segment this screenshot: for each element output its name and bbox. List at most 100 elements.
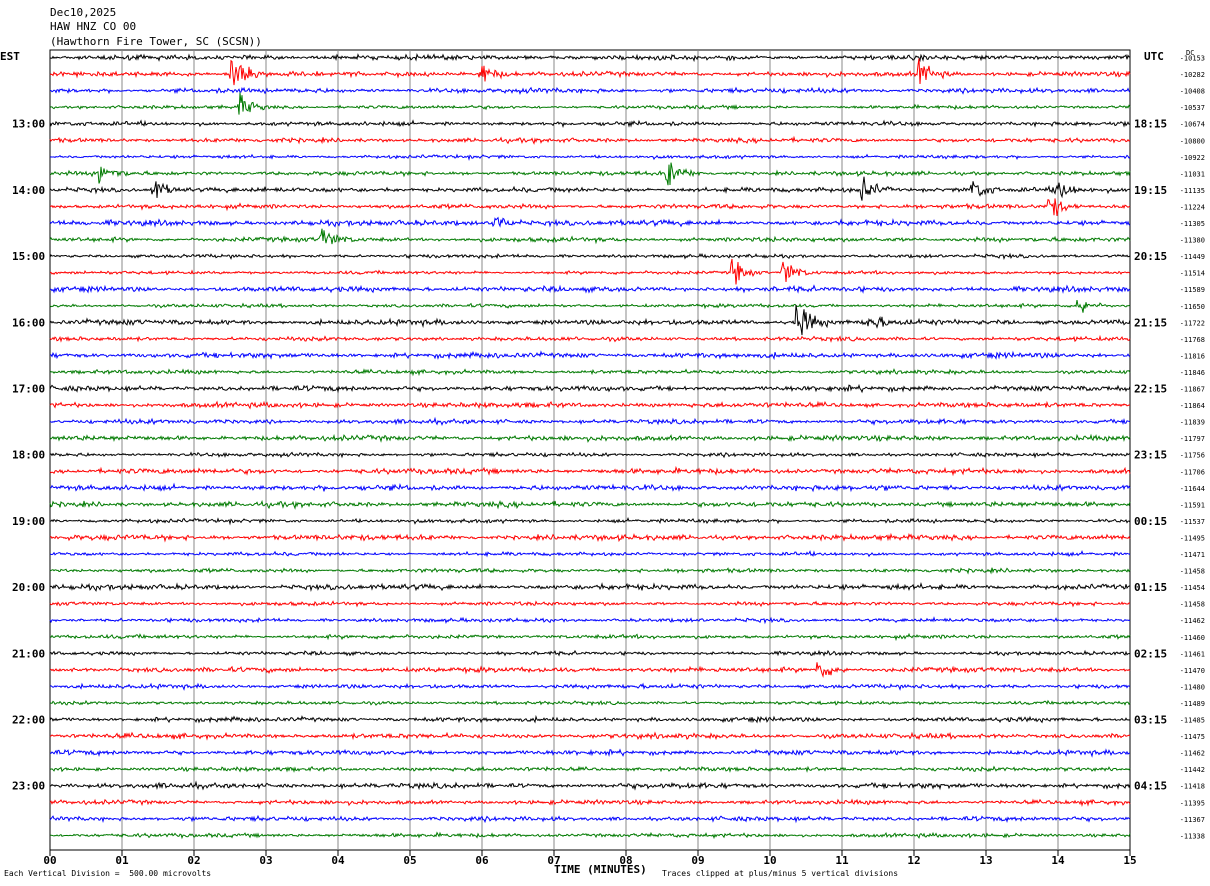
dc-offset-label: -11846 (1180, 369, 1205, 377)
dc-offset-label: -11514 (1180, 270, 1205, 278)
seismic-trace (49, 350, 1131, 361)
dc-offset-label: -11816 (1180, 352, 1205, 360)
right-hour-label: 00:15 (1134, 515, 1167, 528)
left-hour-label: 21:00 (12, 647, 45, 660)
seismic-trace (49, 748, 1130, 758)
dc-offset-label: -11706 (1180, 468, 1205, 476)
left-hour-label: 18:00 (12, 449, 45, 462)
x-tick-label: 06 (475, 854, 489, 867)
dc-offset-label: -10282 (1180, 71, 1205, 79)
seismic-trace (49, 465, 1131, 477)
seismic-trace (49, 814, 1131, 824)
dc-offset-label: -11470 (1180, 667, 1205, 675)
dc-offset-label: -10922 (1180, 154, 1205, 162)
dc-offset-label: -10674 (1180, 121, 1205, 129)
dc-offset-label: -11367 (1180, 816, 1205, 824)
x-axis-title: TIME (MINUTES) (554, 863, 647, 876)
left-hour-label: 22:00 (12, 714, 45, 727)
dc-offset-label: -11461 (1180, 650, 1205, 658)
right-hour-label: 19:15 (1134, 184, 1167, 197)
seismic-trace (49, 135, 1131, 145)
seismic-trace (49, 176, 1131, 201)
dc-offset-label: -11480 (1180, 683, 1205, 691)
dc-offset-label: -11224 (1180, 203, 1205, 211)
seismic-trace (49, 600, 1131, 608)
seismic-trace (49, 649, 1130, 657)
seismic-trace (49, 831, 1131, 840)
seismic-trace (49, 53, 1131, 63)
dc-offset-label: -11839 (1180, 419, 1205, 427)
left-hour-label: 17:00 (12, 383, 45, 396)
scale-note: Each Vertical Division = 500.00 microvol… (4, 869, 212, 878)
seismic-trace (49, 86, 1131, 95)
seismic-trace (49, 305, 1131, 336)
seismic-trace (49, 765, 1131, 773)
seismic-trace (49, 216, 1131, 228)
dc-offset-label: -11395 (1180, 799, 1205, 807)
dc-offset-label: -11650 (1180, 303, 1205, 311)
dc-offset-label: -11462 (1180, 750, 1205, 758)
dc-offset-label: -11449 (1180, 253, 1205, 261)
right-hour-label: 03:15 (1134, 714, 1167, 727)
seismic-trace (49, 581, 1131, 593)
seismic-trace (49, 252, 1131, 260)
left-hour-label: 20:00 (12, 581, 45, 594)
seismic-trace (49, 383, 1131, 394)
right-hour-label: 18:15 (1134, 118, 1167, 131)
seismic-trace (49, 153, 1131, 162)
dc-offset-label: -10408 (1180, 88, 1205, 96)
seismic-trace (49, 798, 1131, 807)
left-hour-label: 23:00 (12, 780, 45, 793)
dc-offset-label: -11722 (1180, 319, 1205, 327)
dc-offset-label: -11454 (1180, 584, 1205, 592)
x-tick-label: 05 (403, 854, 416, 867)
seismic-trace (49, 92, 1131, 115)
right-hour-label: 22:15 (1134, 383, 1167, 396)
right-hour-label: 20:15 (1134, 250, 1167, 263)
seismic-trace (49, 517, 1131, 526)
seismic-trace (49, 567, 1131, 575)
seismic-trace (49, 616, 1131, 625)
seismic-trace (49, 258, 1131, 285)
x-tick-label: 02 (187, 854, 200, 867)
right-hour-label: 23:15 (1134, 449, 1167, 462)
seismic-trace (49, 451, 1131, 459)
dc-offset-label: -11768 (1180, 336, 1205, 344)
dc-offset-label: -11460 (1180, 634, 1205, 642)
seismic-trace (49, 198, 1131, 216)
left-hour-label: 15:00 (12, 250, 45, 263)
dc-offset-label: -11589 (1180, 286, 1205, 294)
left-hour-label: 16:00 (12, 316, 45, 329)
dc-offset-label: -11031 (1180, 170, 1205, 178)
left-hour-label: 13:00 (12, 118, 45, 131)
seismic-trace (49, 632, 1131, 642)
dc-offset-label: -11495 (1180, 534, 1205, 542)
helicorder-plot: -10153 -10282 -10408 -10537 -10674 -10800 -109… (12, 49, 1205, 867)
seismic-trace (49, 682, 1131, 691)
dc-offset-label: -10153 (1180, 55, 1205, 63)
seismic-trace (50, 482, 1131, 493)
dc-offset-label: -11380 (1180, 237, 1205, 245)
right-hour-label: 01:15 (1134, 581, 1167, 594)
x-tick-label: 12 (907, 854, 920, 867)
seismic-trace (49, 549, 1131, 558)
seismic-trace (49, 714, 1131, 724)
seismic-trace (49, 368, 1131, 377)
seismic-trace (49, 433, 1131, 443)
x-tick-label: 13 (979, 854, 992, 867)
dc-offset-label: -10800 (1180, 137, 1205, 145)
seismic-trace (49, 119, 1131, 129)
x-tick-label: 04 (331, 854, 345, 867)
dc-offset-label: -11797 (1180, 435, 1205, 443)
dc-offset-label: -11458 (1180, 601, 1205, 609)
dc-offset-label: -11462 (1180, 617, 1205, 625)
dc-offset-label: -11475 (1180, 733, 1205, 741)
x-tick-label: 10 (763, 854, 776, 867)
seismic-trace (49, 780, 1131, 791)
dc-offset-label: -11756 (1180, 452, 1205, 460)
seismic-trace (49, 58, 1131, 86)
dc-offset-label: -11489 (1180, 700, 1205, 708)
dc-offset-label: -11135 (1180, 187, 1205, 195)
dc-offset-label: -11485 (1180, 717, 1205, 725)
x-tick-label: 09 (691, 854, 704, 867)
